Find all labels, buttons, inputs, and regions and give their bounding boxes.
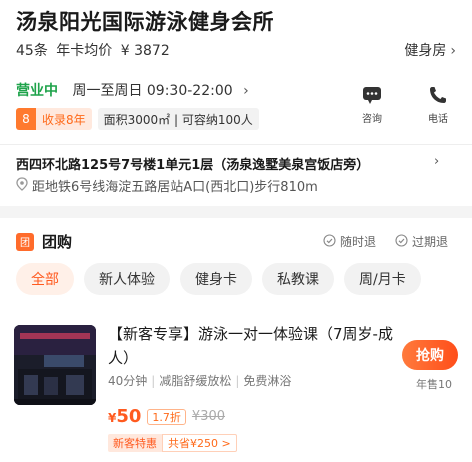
deal-title[interactable]: 【新客专享】游泳一对一体验课（7周岁-成人） bbox=[108, 322, 398, 370]
category-label: 健身房 bbox=[404, 43, 447, 59]
shop-name: 汤泉阳光国际游泳健身会所 bbox=[16, 10, 274, 34]
savings-tag: 共省¥250 > bbox=[162, 434, 237, 452]
annual-sales: 年售10 bbox=[416, 378, 452, 391]
discount-badge: 1.7折 bbox=[147, 408, 186, 425]
chevron-right-icon: › bbox=[243, 83, 249, 99]
guarantee-refund-expired: 过期退 bbox=[395, 233, 448, 250]
facility-info: 面积3000㎡ | 可容纳100人 bbox=[97, 108, 259, 130]
category-link[interactable]: 健身房 › bbox=[404, 40, 456, 60]
guarantee-refund-anytime: 随时退 bbox=[323, 233, 376, 250]
location-pin-icon bbox=[16, 176, 28, 195]
address-text: 西四环北路125号7号楼1单元1层（汤泉逸墅美泉宫饭店旁） bbox=[16, 158, 370, 173]
original-price: ¥300 bbox=[191, 409, 226, 424]
deal-price-row: ¥50 1.7折 ¥300 bbox=[108, 406, 225, 427]
check-circle-icon bbox=[323, 233, 336, 250]
business-hours[interactable]: 营业中 周一至周日 09:30-22:00 › bbox=[16, 80, 249, 100]
phone-button[interactable]: 电话 bbox=[418, 84, 458, 125]
filter-week-month-card[interactable]: 周/月卡 bbox=[344, 263, 421, 295]
deal-meta: 40分钟 | 减脂舒缓放松 | 免费淋浴 bbox=[108, 374, 292, 388]
metro-info: 距地铁6号线海淀五路居站A口(西北口)步行810m bbox=[16, 176, 318, 195]
divider bbox=[0, 144, 472, 145]
filter-fitness-card[interactable]: 健身卡 bbox=[180, 263, 252, 295]
review-count[interactable]: 45条 bbox=[16, 43, 48, 59]
chat-icon bbox=[361, 84, 383, 106]
deal-amenity: 免费淋浴 bbox=[243, 374, 292, 388]
address-line[interactable]: 西四环北路125号7号楼1单元1层（汤泉逸墅美泉宫饭店旁） › bbox=[16, 154, 439, 173]
consult-label: 咨询 bbox=[362, 114, 382, 125]
chevron-right-icon: › bbox=[450, 43, 456, 59]
metro-text: 距地铁6号线海淀五路居站A口(西北口)步行810m bbox=[32, 180, 318, 195]
years-badge: 收录8年 bbox=[36, 108, 92, 130]
check-circle-icon bbox=[395, 233, 408, 250]
group-buy-icon: 团 bbox=[16, 232, 34, 251]
filter-all[interactable]: 全部 bbox=[16, 263, 74, 295]
price-value: 50 bbox=[116, 406, 142, 427]
group-buy-header: 团 团购 bbox=[16, 231, 72, 252]
deal-benefit: 减脂舒缓放松 bbox=[159, 374, 232, 388]
deal-filter-tabs: 全部 新人体验 健身卡 私教课 周/月卡 bbox=[16, 263, 421, 295]
filter-trial[interactable]: 新人体验 bbox=[84, 263, 170, 295]
new-customer-tag: 新客特惠 bbox=[108, 434, 162, 452]
section-separator bbox=[0, 206, 472, 218]
deal-thumbnail[interactable] bbox=[14, 325, 96, 405]
shop-summary: 45条 年卡均价 ¥ 3872 bbox=[16, 40, 174, 60]
avg-price-label: 年卡均价 bbox=[56, 43, 113, 59]
open-status: 营业中 bbox=[16, 83, 58, 99]
buy-button[interactable]: 抢购 bbox=[402, 340, 458, 370]
years-badge-number: 8 bbox=[16, 108, 36, 130]
consult-button[interactable]: 咨询 bbox=[352, 84, 392, 125]
hours-text: 周一至周日 09:30-22:00 bbox=[72, 83, 233, 99]
guarantee-2-label: 过期退 bbox=[412, 235, 449, 249]
guarantee-1-label: 随时退 bbox=[340, 235, 377, 249]
avg-price: ¥ 3872 bbox=[120, 43, 170, 59]
deal-duration: 40分钟 bbox=[108, 374, 148, 388]
filter-private-class[interactable]: 私教课 bbox=[262, 263, 334, 295]
shop-tags: 8 收录8年 面积3000㎡ | 可容纳100人 bbox=[16, 108, 259, 130]
phone-icon bbox=[427, 84, 449, 106]
phone-label: 电话 bbox=[428, 114, 448, 125]
group-buy-title: 团购 bbox=[42, 233, 73, 251]
promo-row[interactable]: 新客特惠 共省¥250 > bbox=[108, 434, 237, 452]
deal-price: ¥50 bbox=[108, 406, 141, 427]
chevron-right-icon: › bbox=[434, 154, 440, 169]
